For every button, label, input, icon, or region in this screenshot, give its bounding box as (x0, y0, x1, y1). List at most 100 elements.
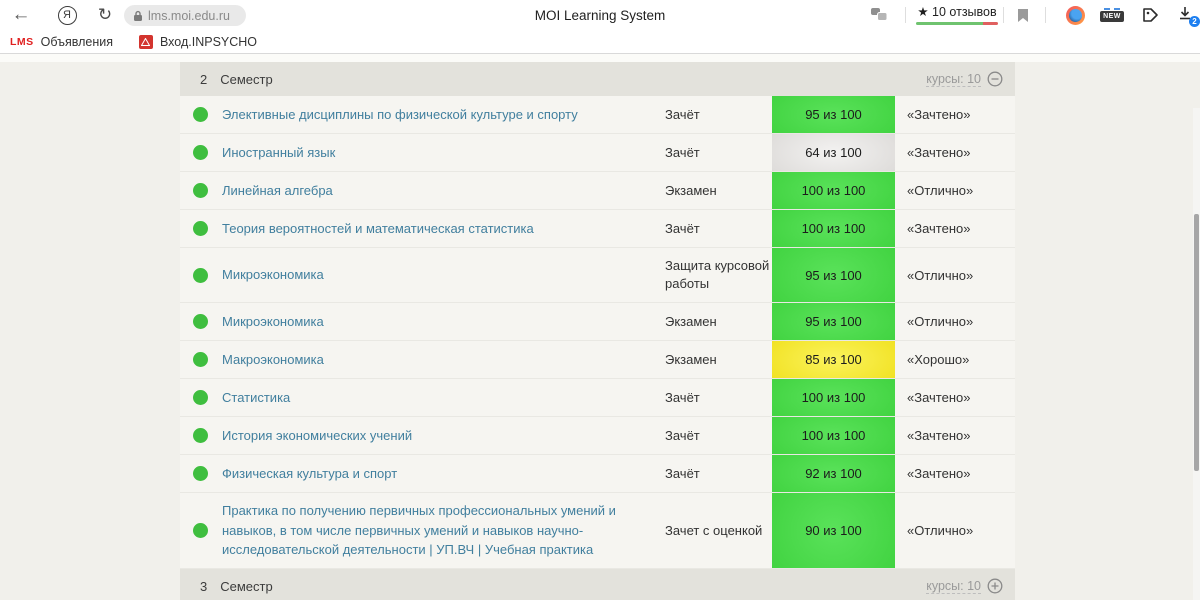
new-badge: NEW (1100, 11, 1124, 22)
table-row: История экономических учений Зачёт 100 и… (180, 417, 1015, 455)
score-badge: 90 из 100 (772, 493, 895, 568)
browser-chrome: ← Я ↻ lms.moi.edu.ru MOI Learning System (0, 0, 1200, 54)
grade-text: «Зачтено» (907, 428, 971, 443)
grade-text: «Отлично» (907, 523, 974, 538)
courses-count-link[interactable]: курсы: 10 (926, 72, 981, 87)
course-link[interactable]: Микроэкономика (222, 265, 352, 285)
downloads-count-badge: 2 (1189, 16, 1200, 27)
course-link[interactable]: Физическая культура и спорт (222, 464, 425, 484)
browser-toolbar: ← Я ↻ lms.moi.edu.ru MOI Learning System (0, 0, 1200, 30)
score-badge: 95 из 100 (772, 248, 895, 302)
course-link[interactable]: Практика по получению первичных професси… (222, 501, 665, 560)
collapse-semester-button[interactable] (987, 71, 1003, 87)
rating-bar (916, 22, 998, 25)
lock-icon (133, 10, 143, 22)
table-row: Теория вероятностей и математическая ста… (180, 210, 1015, 248)
divider (1045, 7, 1046, 23)
table-row: Макроэкономика Экзамен 85 из 100 «Хорошо… (180, 341, 1015, 379)
collections-icon[interactable] (1138, 0, 1164, 30)
course-status-dot-icon (193, 183, 208, 198)
downloads-button[interactable]: 2 (1174, 0, 1200, 30)
score-badge: 100 из 100 (772, 379, 895, 416)
course-status-dot-icon (193, 314, 208, 329)
bookmark-announcements[interactable]: LMS Объявления (10, 35, 113, 49)
course-link[interactable]: История экономических учений (222, 426, 440, 446)
extension-new-icon[interactable]: NEW (1098, 0, 1126, 30)
course-link[interactable]: Иностранный язык (222, 143, 363, 163)
yandex-browser-icon[interactable]: Я (54, 0, 80, 30)
assessment-type: Экзамен (665, 182, 717, 198)
course-status-dot-icon (193, 267, 208, 283)
assessment-type: Зачёт (665, 144, 700, 160)
semester-2-header: 2 Семестр курсы: 10 (180, 62, 1015, 96)
table-row: Иностранный язык Зачёт 64 из 100 «Зачтен… (180, 134, 1015, 172)
refresh-button[interactable]: ↻ (92, 0, 118, 30)
table-row: Практика по получению первичных професси… (180, 493, 1015, 569)
course-rows: Элективные дисциплины по физической куль… (180, 96, 1015, 569)
course-link[interactable]: Элективные дисциплины по физической куль… (222, 105, 606, 125)
grade-text: «Зачтено» (907, 221, 971, 236)
lms-page: 2 Семестр курсы: 10 Элективные дисциплин… (0, 54, 1200, 600)
grade-text: «Зачтено» (907, 466, 971, 481)
score-badge: 100 из 100 (772, 172, 895, 209)
extension-browser-logo-icon[interactable] (1062, 0, 1088, 30)
course-link[interactable]: Линейная алгебра (222, 181, 361, 201)
table-row: Микроэкономика Экзамен 95 из 100 «Отличн… (180, 303, 1015, 341)
course-status-dot-icon (193, 352, 208, 367)
course-status-dot-icon (193, 145, 208, 160)
url-text: lms.moi.edu.ru (148, 8, 230, 23)
course-status-dot-icon (193, 107, 208, 122)
bookmark-flag-icon[interactable] (1012, 0, 1034, 30)
assessment-type: Зачёт (665, 106, 700, 122)
assessment-type: Зачёт (665, 220, 700, 236)
grade-text: «Отлично» (907, 267, 974, 283)
course-status-dot-icon (193, 221, 208, 236)
course-status-dot-icon (193, 390, 208, 405)
table-row: Физическая культура и спорт Зачёт 92 из … (180, 455, 1015, 493)
course-status-dot-icon (193, 466, 208, 481)
assessment-type: Экзамен (665, 351, 717, 367)
bookmark-inpsycho-login[interactable]: Вход.INPSYCHO (138, 34, 257, 49)
table-row: Микроэкономика Защита курсовой работы 95… (180, 248, 1015, 303)
scrollbar-thumb[interactable] (1194, 214, 1199, 471)
course-link[interactable]: Статистика (222, 388, 318, 408)
assessment-type: Зачёт (665, 465, 700, 481)
grade-text: «Хорошо» (907, 352, 970, 367)
assessment-type: Зачет с оценкой (665, 522, 763, 538)
page-top-strip (0, 54, 1200, 62)
course-link[interactable]: Макроэкономика (222, 350, 352, 370)
assessment-type: Защита курсовой работы (665, 258, 770, 291)
score-badge: 64 из 100 (772, 134, 895, 171)
scrollbar-track[interactable] (1193, 108, 1200, 600)
inpsycho-icon (138, 34, 153, 49)
course-status-dot-icon (193, 523, 208, 538)
score-badge: 100 из 100 (772, 417, 895, 454)
course-link[interactable]: Теория вероятностей и математическая ста… (222, 219, 562, 239)
assessment-type: Экзамен (665, 313, 717, 329)
expand-semester-button[interactable] (987, 578, 1003, 594)
assessment-type: Зачёт (665, 389, 700, 405)
score-badge: 92 из 100 (772, 455, 895, 492)
score-badge: 100 из 100 (772, 210, 895, 247)
assessment-type: Зачёт (665, 427, 700, 443)
grade-text: «Отлично» (907, 183, 974, 198)
address-bar[interactable]: lms.moi.edu.ru (124, 5, 246, 26)
grade-text: «Зачтено» (907, 390, 971, 405)
reviews-count: 10 отзывов (932, 5, 997, 19)
score-badge: 95 из 100 (772, 303, 895, 340)
share-feedback-icon[interactable] (868, 0, 890, 30)
grade-text: «Зачтено» (907, 145, 971, 160)
bookmarks-bar: LMS Объявления Вход.INPSYCHO (0, 30, 1200, 53)
grades-table: 2 Семестр курсы: 10 Элективные дисциплин… (180, 62, 1015, 600)
star-icon: ★ (917, 5, 929, 19)
grade-text: «Зачтено» (907, 107, 971, 122)
site-reviews-rating[interactable]: ★ 10 отзывов (916, 4, 998, 25)
course-link[interactable]: Микроэкономика (222, 312, 352, 332)
semester-3-header: 3 Семестр курсы: 10 (180, 569, 1015, 600)
divider (1003, 7, 1004, 23)
table-row: Элективные дисциплины по физической куль… (180, 96, 1015, 134)
table-row: Линейная алгебра Экзамен 100 из 100 «Отл… (180, 172, 1015, 210)
back-button[interactable]: ← (8, 0, 34, 30)
courses-count-link[interactable]: курсы: 10 (926, 579, 981, 594)
lms-logo: LMS (10, 35, 34, 48)
